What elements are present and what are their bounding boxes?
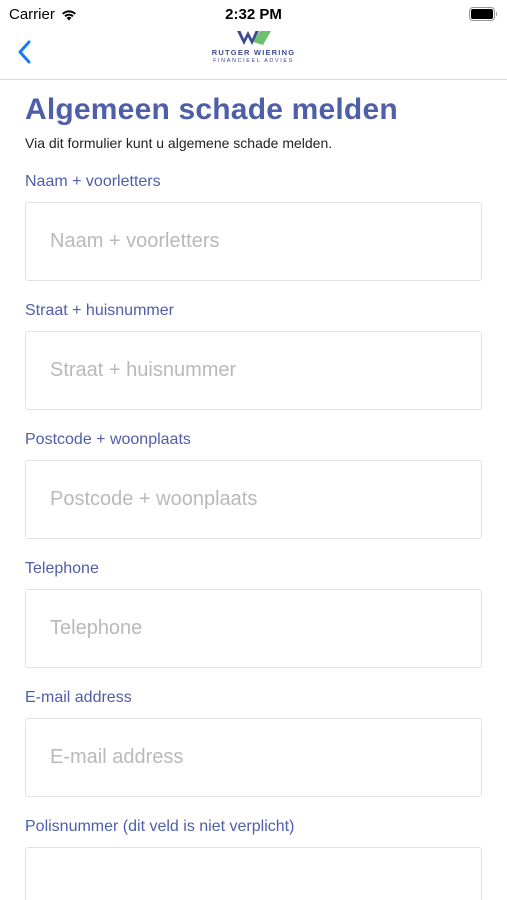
postcode-input[interactable] (25, 460, 482, 539)
telephone-label: Telephone (25, 560, 99, 577)
policy-number-input[interactable] (25, 847, 482, 900)
logo-name: RUTGER WIERING (211, 48, 296, 57)
form-content: Algemeen schade melden Via dit formulier… (0, 80, 507, 900)
street-input[interactable] (25, 331, 482, 410)
telephone-input[interactable] (25, 589, 482, 668)
postcode-label: Postcode + woonplaats (25, 431, 191, 448)
battery-icon (469, 7, 497, 21)
email-label: E-mail address (25, 689, 132, 706)
field-name: Naam + voorletters (25, 172, 482, 281)
name-input[interactable] (25, 202, 482, 281)
email-input[interactable] (25, 718, 482, 797)
page-title: Algemeen schade melden (25, 93, 398, 126)
street-label: Straat + huisnummer (25, 302, 174, 319)
logo-subtitle: FINANCIEEL ADVIES (213, 58, 294, 64)
company-logo: RUTGER WIERING FINANCIEEL ADVIES (0, 30, 507, 64)
status-bar: Carrier 2:32 PM (0, 0, 507, 28)
logo-mark-icon (236, 31, 271, 45)
page-subtitle: Via dit formulier kunt u algemene schade… (25, 135, 333, 151)
field-email: E-mail address (25, 688, 482, 797)
navigation-bar: RUTGER WIERING FINANCIEEL ADVIES (0, 28, 507, 80)
status-time: 2:32 PM (225, 6, 282, 23)
field-policy-number: Polisnummer (dit veld is niet verplicht) (25, 817, 482, 900)
field-street: Straat + huisnummer (25, 301, 482, 410)
policy-number-label: Polisnummer (dit veld is niet verplicht) (25, 818, 295, 835)
field-postcode: Postcode + woonplaats (25, 430, 482, 539)
field-telephone: Telephone (25, 559, 482, 668)
name-label: Naam + voorletters (25, 173, 161, 190)
